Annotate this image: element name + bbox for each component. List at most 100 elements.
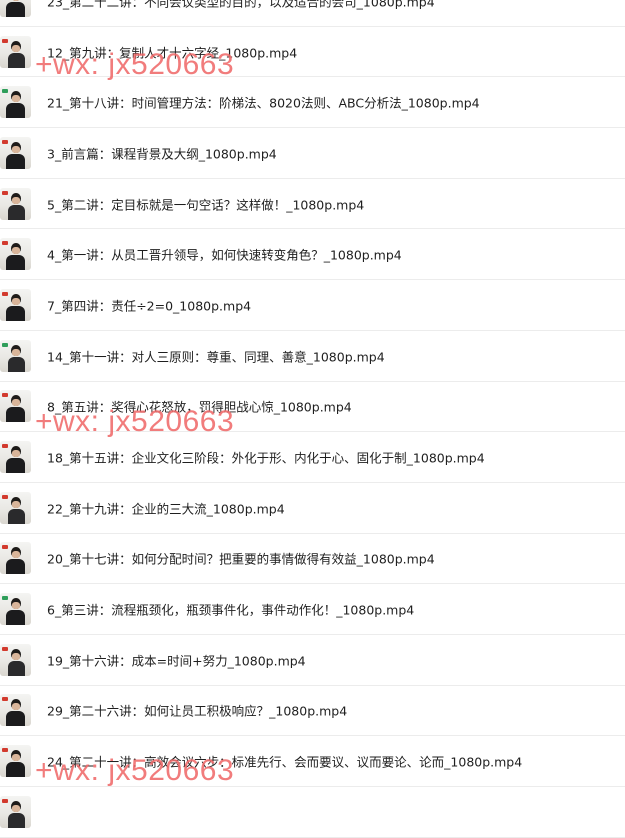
thumbnail-body: [6, 103, 25, 119]
thumbnail-face: [12, 247, 20, 255]
thumbnail-face: [12, 95, 20, 103]
thumbnail-face: [12, 44, 20, 52]
file-name[interactable]: 18_第十五讲：企业文化三阶段：外化于形、内化于心、固化于制_1080p.mp4: [47, 448, 485, 467]
video-thumbnail[interactable]: [0, 593, 31, 626]
file-name[interactable]: 20_第十七讲：如何分配时间？把重要的事情做得有效益_1080p.mp4: [47, 549, 435, 568]
thumbnail-face: [12, 804, 20, 812]
video-thumbnail[interactable]: [0, 745, 31, 778]
file-row[interactable]: [0, 787, 625, 838]
thumbnail-face: [12, 703, 20, 711]
video-thumbnail[interactable]: [0, 187, 31, 220]
thumbnail-logo: [2, 241, 8, 246]
thumbnail-face: [12, 551, 20, 559]
file-row[interactable]: 20_第十七讲：如何分配时间？把重要的事情做得有效益_1080p.mp4: [0, 534, 625, 585]
video-thumbnail[interactable]: [0, 288, 31, 321]
thumbnail-logo: [2, 596, 8, 601]
file-row[interactable]: 29_第二十六讲：如何让员工积极响应？_1080p.mp4: [0, 686, 625, 737]
thumbnail-face: [12, 0, 20, 1]
file-name[interactable]: 5_第二讲：定目标就是一句空话？这样做！_1080p.mp4: [47, 194, 364, 213]
video-thumbnail[interactable]: [0, 441, 31, 474]
file-row[interactable]: 7_第四讲：责任÷2=0_1080p.mp4: [0, 280, 625, 331]
file-name[interactable]: 6_第三讲：流程瓶颈化，瓶颈事件化，事件动作化！_1080p.mp4: [47, 600, 414, 619]
file-row[interactable]: 22_第十九讲：企业的三大流_1080p.mp4: [0, 483, 625, 534]
thumbnail-body: [8, 812, 25, 828]
file-name[interactable]: 8_第五讲：奖得心花怒放，罚得胆战心惊_1080p.mp4: [47, 397, 352, 416]
thumbnail-face: [12, 348, 20, 356]
video-thumbnail[interactable]: [0, 339, 31, 372]
video-thumbnail[interactable]: [0, 694, 31, 727]
thumbnail-logo: [2, 139, 8, 144]
thumbnail-face: [12, 399, 20, 407]
file-row[interactable]: 5_第二讲：定目标就是一句空话？这样做！_1080p.mp4: [0, 179, 625, 230]
video-thumbnail[interactable]: [0, 136, 31, 169]
file-name[interactable]: 19_第十六讲：成本=时间+努力_1080p.mp4: [47, 650, 306, 669]
file-name[interactable]: 3_前言篇：课程背景及大纲_1080p.mp4: [47, 143, 277, 162]
video-thumbnail[interactable]: [0, 238, 31, 271]
file-name[interactable]: 29_第二十六讲：如何让员工积极响应？_1080p.mp4: [47, 701, 347, 720]
file-row[interactable]: 21_第十八讲：时间管理方法：阶梯法、8020法则、ABC分析法_1080p.m…: [0, 77, 625, 129]
thumbnail-body: [8, 660, 25, 676]
thumbnail-face: [12, 450, 20, 458]
file-name[interactable]: 12_第九讲：复制人才十六字经_1080p.mp4: [47, 42, 297, 61]
thumbnail-logo: [2, 798, 8, 803]
thumbnail-face: [12, 652, 20, 660]
thumbnail-body: [6, 559, 25, 575]
thumbnail-body: [6, 153, 25, 169]
thumbnail-logo: [2, 646, 8, 651]
video-thumbnail[interactable]: [0, 542, 31, 575]
thumbnail-body: [6, 1, 25, 17]
file-row[interactable]: 19_第十六讲：成本=时间+努力_1080p.mp4: [0, 635, 625, 686]
thumbnail-logo: [2, 342, 8, 347]
file-row[interactable]: 8_第五讲：奖得心花怒放，罚得胆战心惊_1080p.mp4: [0, 382, 625, 433]
thumbnail-face: [12, 602, 20, 610]
thumbnail-body: [8, 508, 25, 524]
file-name[interactable]: 24_第二十一讲：高效会议六步：标准先行、会而要议、议而要论、论而_1080p.…: [47, 752, 522, 771]
thumbnail-body: [6, 458, 25, 474]
thumbnail-body: [6, 407, 25, 423]
thumbnail-body: [6, 762, 25, 778]
file-row[interactable]: 14_第十一讲：对人三原则：尊重、同理、善意_1080p.mp4: [0, 331, 625, 382]
video-thumbnail[interactable]: [0, 643, 31, 676]
video-thumbnail[interactable]: [0, 390, 31, 423]
thumbnail-body: [6, 610, 25, 626]
file-row[interactable]: 12_第九讲：复制人才十六字经_1080p.mp4: [0, 27, 625, 78]
file-name[interactable]: 21_第十八讲：时间管理方法：阶梯法、8020法则、ABC分析法_1080p.m…: [47, 93, 480, 112]
file-list: 23_第二十二讲：不同会议类型的目的，以及适合的会司_1080p.mp4 12_第…: [0, 0, 625, 838]
thumbnail-logo: [2, 444, 8, 449]
file-name[interactable]: 23_第二十二讲：不同会议类型的目的，以及适合的会司_1080p.mp4: [47, 0, 435, 10]
thumbnail-body: [6, 305, 25, 321]
file-name[interactable]: 22_第十九讲：企业的三大流_1080p.mp4: [47, 498, 285, 517]
thumbnail-face: [12, 145, 20, 153]
thumbnail-face: [12, 500, 20, 508]
thumbnail-logo: [2, 494, 8, 499]
thumbnail-logo: [2, 89, 8, 94]
thumbnail-logo: [2, 291, 8, 296]
file-name[interactable]: 7_第四讲：责任÷2=0_1080p.mp4: [47, 295, 251, 314]
file-row[interactable]: 3_前言篇：课程背景及大纲_1080p.mp4: [0, 128, 625, 179]
thumbnail-face: [12, 754, 20, 762]
file-name[interactable]: 14_第十一讲：对人三原则：尊重、同理、善意_1080p.mp4: [47, 346, 385, 365]
thumbnail-logo: [2, 545, 8, 550]
thumbnail-logo: [2, 190, 8, 195]
file-row[interactable]: 6_第三讲：流程瓶颈化，瓶颈事件化，事件动作化！_1080p.mp4: [0, 584, 625, 635]
thumbnail-body: [6, 711, 25, 727]
file-row[interactable]: 18_第十五讲：企业文化三阶段：外化于形、内化于心、固化于制_1080p.mp4: [0, 432, 625, 483]
thumbnail-body: [8, 52, 25, 68]
thumbnail-body: [8, 356, 25, 372]
thumbnail-logo: [2, 38, 8, 43]
thumbnail-face: [12, 297, 20, 305]
video-thumbnail[interactable]: [0, 795, 31, 828]
file-name[interactable]: 4_第一讲：从员工晋升领导，如何快速转变角色？_1080p.mp4: [47, 245, 402, 264]
thumbnail-logo: [2, 393, 8, 398]
video-thumbnail[interactable]: [0, 35, 31, 68]
file-row[interactable]: 4_第一讲：从员工晋升领导，如何快速转变角色？_1080p.mp4: [0, 229, 625, 281]
thumbnail-logo: [2, 697, 8, 702]
video-thumbnail[interactable]: [0, 86, 31, 119]
thumbnail-face: [12, 196, 20, 204]
video-thumbnail[interactable]: [0, 491, 31, 524]
file-row[interactable]: 24_第二十一讲：高效会议六步：标准先行、会而要议、议而要论、论而_1080p.…: [0, 736, 625, 787]
file-row[interactable]: 23_第二十二讲：不同会议类型的目的，以及适合的会司_1080p.mp4: [0, 0, 625, 27]
video-thumbnail[interactable]: [0, 0, 31, 17]
thumbnail-logo: [2, 748, 8, 753]
thumbnail-body: [6, 255, 25, 271]
